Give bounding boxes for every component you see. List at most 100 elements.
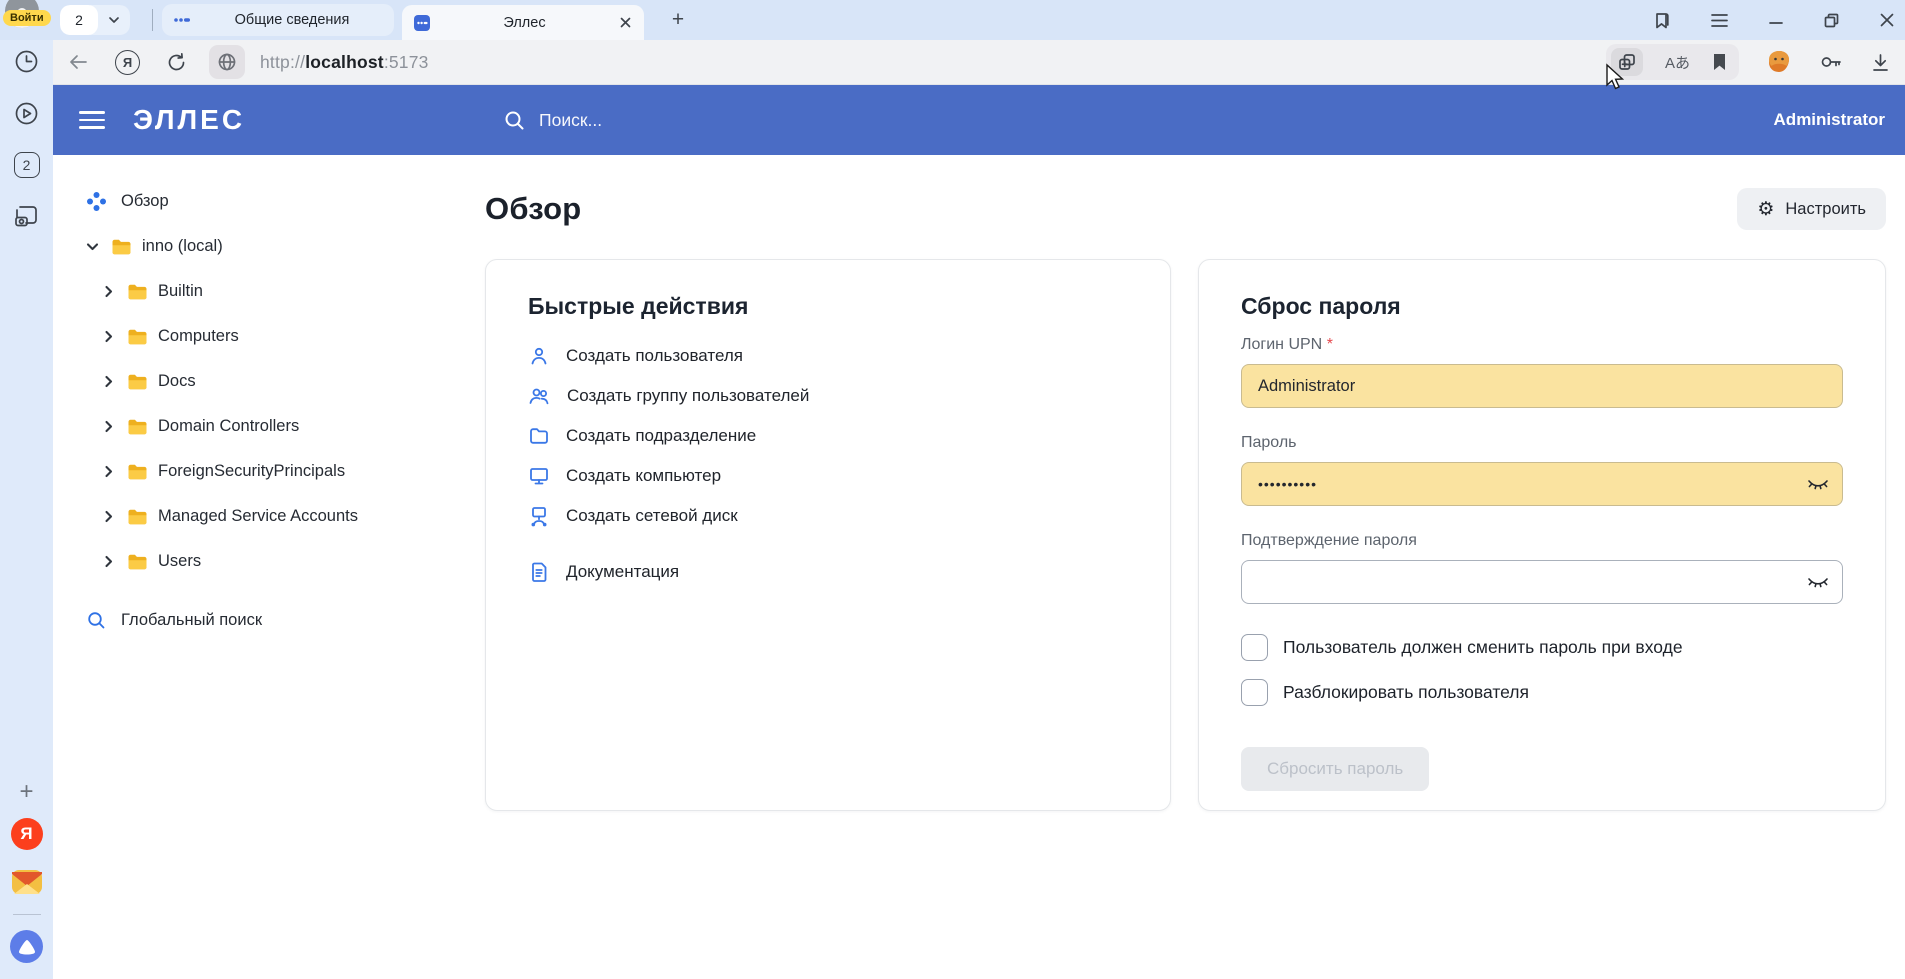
reload-icon[interactable] — [166, 52, 187, 73]
action-label[interactable]: Создать пользователя — [566, 346, 743, 366]
tree-node-computers[interactable]: Computers — [53, 314, 455, 359]
tab-general-info[interactable]: Общие сведения — [162, 4, 394, 36]
quick-actions-card: Быстрые действия Создать пользователя Со… — [485, 259, 1171, 811]
screenshot-icon[interactable] — [13, 203, 41, 230]
media-play-icon[interactable] — [13, 100, 40, 127]
tree-node-foreign-security-principals[interactable]: ForeignSecurityPrincipals — [53, 449, 455, 494]
action-label[interactable]: Создать подразделение — [566, 426, 756, 446]
tab-title[interactable]: Общие сведения — [202, 12, 382, 28]
toggle-password-visibility-button[interactable] — [1805, 473, 1831, 495]
chevron-right-icon[interactable] — [99, 507, 118, 526]
chevron-right-icon[interactable] — [99, 327, 118, 346]
action-create-network-drive[interactable]: Создать сетевой диск — [528, 496, 1128, 536]
login-badge[interactable]: Войти — [3, 10, 51, 26]
confirm-password-label: Подтверждение пароля — [1241, 532, 1843, 552]
app-search-input[interactable]: Поиск... — [503, 109, 602, 132]
mail-icon[interactable] — [10, 865, 44, 899]
chevron-right-icon[interactable] — [99, 462, 118, 481]
extension-icon[interactable] — [1766, 49, 1792, 75]
tabs-panel-icon[interactable]: 2 — [14, 152, 40, 178]
tree-node-builtin[interactable]: Builtin — [53, 269, 455, 314]
action-create-computer[interactable]: Создать компьютер — [528, 456, 1128, 496]
must-change-password-checkbox[interactable] — [1241, 634, 1268, 661]
omnibox-action-group: Aあ — [1606, 44, 1739, 80]
sidebar-item-global-search[interactable]: Глобальный поиск — [53, 598, 455, 643]
configure-button-label: Настроить — [1785, 200, 1866, 219]
action-label[interactable]: Создать сетевой диск — [566, 506, 738, 526]
tree-node-domain-controllers[interactable]: Domain Controllers — [53, 404, 455, 449]
tree-node-label[interactable]: Managed Service Accounts — [155, 507, 358, 526]
users-icon — [528, 385, 551, 407]
chevron-right-icon[interactable] — [99, 372, 118, 391]
alice-assistant-icon[interactable] — [10, 930, 43, 963]
chevron-right-icon[interactable] — [99, 417, 118, 436]
confirm-password-input[interactable] — [1241, 560, 1843, 604]
tree-node-docs[interactable]: Docs — [53, 359, 455, 404]
tab-elles[interactable]: Эллес — [402, 5, 644, 40]
minimize-icon[interactable] — [1768, 12, 1784, 28]
action-create-user[interactable]: Создать пользователя — [528, 336, 1128, 376]
password-label: Пароль — [1241, 434, 1843, 454]
tab-count[interactable]: 2 — [60, 5, 98, 35]
download-icon[interactable] — [1870, 52, 1891, 73]
browser-side-rail: 2 + Я — [0, 40, 53, 979]
tab-counter[interactable]: 2 — [60, 5, 130, 35]
tree-node-label[interactable]: inno (local) — [139, 237, 223, 256]
login-upn-input[interactable] — [1241, 364, 1843, 408]
translate-icon[interactable]: Aあ — [1665, 52, 1690, 73]
page-title: Обзор — [485, 186, 581, 232]
tree-node-label[interactable]: Domain Controllers — [155, 417, 299, 436]
unlock-user-checkbox[interactable] — [1241, 679, 1268, 706]
search-icon — [503, 109, 526, 132]
url-text[interactable]: http://localhost:5173 — [260, 52, 429, 73]
duplicate-tab-icon[interactable] — [1611, 48, 1643, 76]
password-input[interactable] — [1241, 462, 1843, 506]
folder-icon — [126, 371, 147, 392]
tree-node-label[interactable]: Builtin — [155, 282, 203, 301]
reset-password-button[interactable]: Сбросить пароль — [1241, 747, 1429, 791]
maximize-icon[interactable] — [1823, 12, 1840, 29]
tree-node-managed-service-accounts[interactable]: Managed Service Accounts — [53, 494, 455, 539]
tab-close-icon[interactable] — [619, 16, 632, 29]
action-create-ou[interactable]: Создать подразделение — [528, 416, 1128, 456]
folder-icon — [126, 416, 147, 437]
sidebar-item-overview[interactable]: Обзор — [53, 179, 455, 224]
history-icon[interactable] — [13, 48, 40, 75]
tree-node-label[interactable]: Computers — [155, 327, 239, 346]
folder-icon — [126, 506, 147, 527]
tree-node-label[interactable]: Users — [155, 552, 201, 571]
current-user[interactable]: Administrator — [1774, 110, 1905, 130]
toggle-password-visibility-button[interactable] — [1805, 571, 1831, 593]
action-label[interactable]: Создать компьютер — [566, 466, 721, 486]
app-logo: ЭЛЛЕС — [133, 104, 245, 136]
yandex-app-icon[interactable]: Я — [11, 818, 43, 850]
action-create-user-group[interactable]: Создать группу пользователей — [528, 376, 1128, 416]
back-icon[interactable] — [67, 51, 89, 73]
tree-node-label[interactable]: ForeignSecurityPrincipals — [155, 462, 345, 481]
site-globe-icon[interactable] — [209, 45, 245, 79]
close-icon[interactable] — [1879, 12, 1895, 28]
chevron-down-icon[interactable] — [83, 237, 102, 256]
password-manager-icon[interactable] — [1819, 50, 1843, 74]
chevron-right-icon[interactable] — [99, 282, 118, 301]
tree-node-label[interactable]: Docs — [155, 372, 196, 391]
browser-menu-icon[interactable] — [1710, 13, 1729, 28]
action-label[interactable]: Создать группу пользователей — [567, 386, 809, 406]
new-tab-button[interactable]: + — [662, 4, 694, 36]
url-field[interactable]: http://localhost:5173 — [209, 45, 429, 79]
app-menu-icon[interactable] — [79, 111, 105, 129]
checkbox-label: Разблокировать пользователя — [1283, 682, 1529, 703]
login-upn-label: Логин UPN * — [1241, 336, 1843, 356]
profile-button[interactable]: Войти — [5, 0, 45, 38]
tree-node-users[interactable]: Users — [53, 539, 455, 584]
bookmarks-panel-icon[interactable] — [1652, 11, 1671, 30]
action-label[interactable]: Документация — [566, 562, 679, 582]
configure-button[interactable]: ⚙ Настроить — [1737, 188, 1886, 230]
tree-node-domain-root[interactable]: inno (local) — [53, 224, 455, 269]
rail-add-icon[interactable]: + — [19, 781, 33, 803]
yandex-home-icon[interactable]: Я — [115, 50, 140, 75]
action-documentation[interactable]: Документация — [528, 552, 1128, 592]
tab-title[interactable]: Эллес — [442, 15, 607, 31]
bookmark-icon[interactable] — [1712, 53, 1727, 71]
chevron-right-icon[interactable] — [99, 552, 118, 571]
